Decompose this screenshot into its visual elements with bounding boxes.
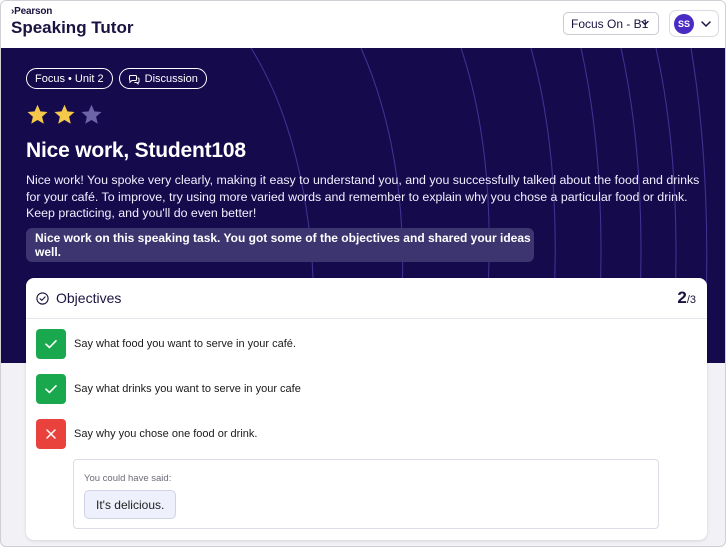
objective-item: Say why you chose one food or drink. bbox=[36, 419, 257, 449]
lesson-chips: Focus • Unit 2 Discussion bbox=[26, 68, 207, 89]
level-select-value: Focus On - B1 bbox=[571, 16, 649, 31]
objective-text: Say what drinks you want to serve in you… bbox=[74, 383, 301, 395]
objectives-count: 2/3 bbox=[677, 288, 696, 308]
objectives-total: /3 bbox=[686, 294, 696, 306]
top-bar: ›Pearson Speaking Tutor Focus On - B1 SS bbox=[1, 1, 725, 48]
checkmark-icon bbox=[45, 340, 57, 349]
objective-status-incomplete bbox=[36, 419, 66, 449]
app-title: Speaking Tutor bbox=[11, 18, 134, 37]
chevron-down-icon bbox=[701, 20, 711, 27]
objectives-card: Objectives 2/3 Say what food you want to… bbox=[26, 278, 707, 540]
discussion-chip-label: Discussion bbox=[144, 72, 198, 85]
feedback-text: Nice work! You spoke very clearly, makin… bbox=[26, 173, 700, 220]
chevron-down-icon bbox=[641, 20, 649, 26]
x-mark-icon bbox=[46, 429, 56, 439]
objective-status-complete bbox=[36, 374, 66, 404]
objective-item: Say what drinks you want to serve in you… bbox=[36, 374, 301, 404]
objectives-header: Objectives 2/3 bbox=[26, 278, 707, 319]
discussion-chip: Discussion bbox=[118, 68, 207, 89]
objective-status-complete bbox=[36, 329, 66, 359]
star-filled-icon bbox=[54, 104, 75, 124]
star-rating bbox=[25, 103, 104, 127]
avatar: SS bbox=[674, 13, 694, 34]
objective-text: Say why you chose one food or drink. bbox=[74, 428, 258, 440]
star-filled-icon bbox=[27, 104, 48, 124]
objective-text: Say what food you want to serve in your … bbox=[74, 338, 296, 350]
suggested-phrase-text: It's delicious. bbox=[96, 497, 165, 512]
result-title: Nice work, Student108 bbox=[26, 139, 246, 162]
objectives-completed: 2 bbox=[677, 288, 687, 307]
chat-bubbles-icon bbox=[128, 74, 140, 85]
unit-chip: Focus • Unit 2 bbox=[26, 68, 113, 89]
user-menu-button[interactable]: SS bbox=[669, 10, 719, 37]
app-window: ›Pearson Speaking Tutor Focus On - B1 SS bbox=[0, 0, 726, 547]
suggestion-label: You could have said: bbox=[84, 473, 172, 484]
check-circle-icon bbox=[36, 292, 49, 305]
star-empty-icon bbox=[81, 104, 102, 124]
objectives-title: Objectives bbox=[56, 290, 122, 306]
checkmark-icon bbox=[45, 385, 57, 394]
summary-text: Nice work on this speaking task. You got… bbox=[35, 231, 531, 259]
objective-item: Say what food you want to serve in your … bbox=[36, 329, 296, 359]
level-select[interactable]: Focus On - B1 bbox=[563, 12, 659, 35]
pearson-logo: ›Pearson bbox=[11, 6, 53, 17]
suggested-phrase: It's delicious. bbox=[84, 490, 177, 519]
brand: ›Pearson Speaking Tutor bbox=[11, 6, 133, 38]
suggestion-box: You could have said: It's delicious. bbox=[73, 459, 659, 529]
summary-banner: Nice work on this speaking task. You got… bbox=[26, 228, 534, 262]
unit-chip-label: Focus • Unit 2 bbox=[35, 72, 104, 85]
